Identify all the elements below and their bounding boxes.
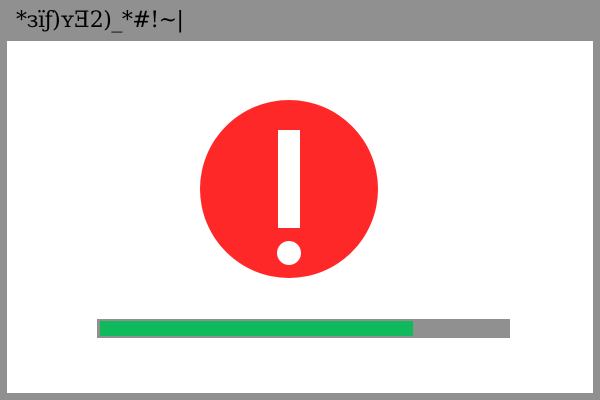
window-title: *зїƒ)ʏƎ2)_*#!~| [16, 8, 184, 33]
exclamation-dot [277, 241, 301, 265]
title-bar[interactable]: *зїƒ)ʏƎ2)_*#!~| [0, 0, 600, 40]
exclamation-bar [278, 130, 300, 228]
exclamation-circle-graphic [200, 100, 378, 278]
progress-bar [97, 319, 510, 338]
exclamation-circle-icon [200, 100, 378, 278]
dialog-content [7, 41, 593, 393]
dialog-window: *зїƒ)ʏƎ2)_*#!~| [0, 0, 600, 400]
progress-bar-fill [100, 321, 413, 336]
